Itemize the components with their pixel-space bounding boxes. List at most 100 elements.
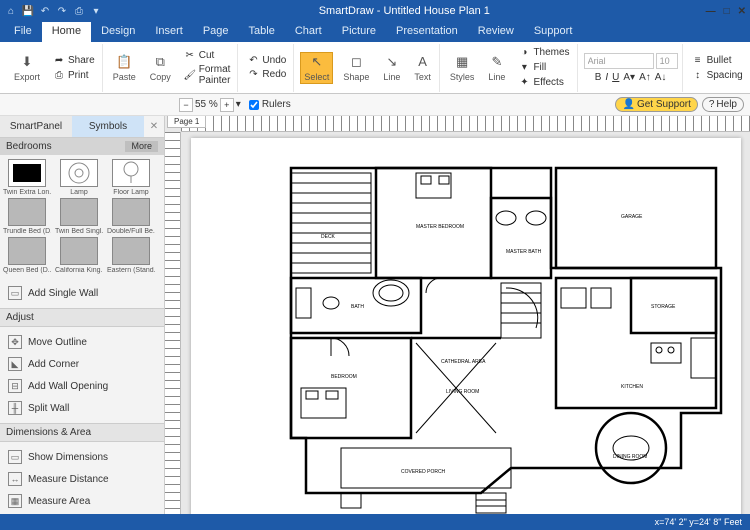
print-button[interactable]: ⎙Print xyxy=(50,68,98,82)
palette-item[interactable]: Eastern (Stand.. xyxy=(106,237,156,274)
qat-home-icon[interactable]: ⌂ xyxy=(4,4,18,18)
split-wall-button[interactable]: ╫Split Wall xyxy=(0,397,164,419)
coordinates-readout: x=74' 2" y=24' 8" Feet xyxy=(655,517,742,527)
copy-button[interactable]: ⧉Copy xyxy=(146,52,175,84)
tab-file[interactable]: File xyxy=(4,22,42,42)
font-size-input[interactable] xyxy=(656,53,678,69)
effects-button[interactable]: ✦Effects xyxy=(515,76,572,90)
export-button[interactable]: ⬇Export xyxy=(10,52,44,84)
palette-item[interactable]: Queen Bed (D.. xyxy=(2,237,52,274)
show-dimensions-button[interactable]: ▭Show Dimensions xyxy=(0,446,164,468)
paste-button[interactable]: 📋Paste xyxy=(109,52,140,84)
brush-icon: 🖌 xyxy=(184,69,196,81)
minimize-icon[interactable]: — xyxy=(706,6,716,17)
line-icon: ↘ xyxy=(384,54,400,70)
redo-icon: ↷ xyxy=(247,69,259,81)
redo-button[interactable]: ↷Redo xyxy=(244,68,289,82)
bold-icon[interactable]: B xyxy=(595,72,602,83)
print-icon: ⎙ xyxy=(53,69,65,81)
qat-redo-icon[interactable]: ↷ xyxy=(55,4,69,18)
fontcolor-icon[interactable]: A▾ xyxy=(623,72,635,83)
cut-button[interactable]: ✂Cut xyxy=(181,48,234,62)
svg-text:BEDROOM: BEDROOM xyxy=(331,374,357,380)
shrink-font-icon[interactable]: A↓ xyxy=(655,72,667,83)
quick-access-toolbar: ⌂ 💾 ↶ ↷ ⎙ ▾ xyxy=(4,4,103,18)
menubar: File Home Design Insert Page Table Chart… xyxy=(0,22,750,42)
move-outline-button[interactable]: ✥Move Outline xyxy=(0,331,164,353)
tab-review[interactable]: Review xyxy=(468,22,524,42)
qat-more-icon[interactable]: ▾ xyxy=(89,4,103,18)
symbols-tab[interactable]: Symbols xyxy=(72,116,144,137)
tab-design[interactable]: Design xyxy=(91,22,145,42)
tab-home[interactable]: Home xyxy=(42,22,91,42)
titlebar: ⌂ 💾 ↶ ↷ ⎙ ▾ SmartDraw - Untitled House P… xyxy=(0,0,750,22)
add-opening-button[interactable]: ⊟Add Wall Opening xyxy=(0,375,164,397)
drawing-sheet[interactable]: DECK MASTER BEDROOM MASTER BATH GARAGE xyxy=(191,138,741,514)
format-painter-button[interactable]: 🖌Format Painter xyxy=(181,63,234,87)
text-button[interactable]: AText xyxy=(410,52,435,84)
close-icon[interactable]: ✕ xyxy=(738,6,746,17)
shape-button[interactable]: ◻Shape xyxy=(339,52,373,84)
zoom-in-button[interactable]: + xyxy=(220,98,234,112)
styles-button[interactable]: ▦Styles xyxy=(446,52,479,84)
tab-insert[interactable]: Insert xyxy=(145,22,193,42)
corner-icon: ◣ xyxy=(8,357,22,371)
view-toolbar: − 55 % + ▾ Rulers 👤Get Support ?Help xyxy=(0,94,750,116)
add-corner-button[interactable]: ◣Add Corner xyxy=(0,353,164,375)
share-button[interactable]: ➦Share xyxy=(50,53,98,67)
page-tab[interactable]: Page 1 xyxy=(167,116,206,128)
bullet-icon: ≡ xyxy=(692,54,704,66)
palette-item[interactable]: Twin Bed Singl.. xyxy=(54,198,104,235)
qat-print-icon[interactable]: ⎙ xyxy=(72,4,86,18)
line-style-button[interactable]: ✎Line xyxy=(484,52,509,84)
palette-item[interactable]: Double/Full Be.. xyxy=(106,198,156,235)
smartpanel-tab[interactable]: SmartPanel xyxy=(0,116,72,137)
tab-chart[interactable]: Chart xyxy=(285,22,332,42)
add-wall-button[interactable]: ▭Add Single Wall xyxy=(0,282,164,304)
measure-area-button[interactable]: ▦Measure Area xyxy=(0,490,164,512)
adjust-header: Adjust xyxy=(0,308,164,327)
svg-text:KITCHEN: KITCHEN xyxy=(621,384,643,390)
fill-button[interactable]: ▾Fill xyxy=(515,61,572,75)
palette-item[interactable]: Twin Extra Lon.. xyxy=(2,159,52,196)
zoom-out-button[interactable]: − xyxy=(179,98,193,112)
line-button[interactable]: ↘Line xyxy=(379,52,404,84)
palette-item[interactable]: Lamp xyxy=(54,159,104,196)
select-button[interactable]: ↖Select xyxy=(300,52,333,84)
tab-table[interactable]: Table xyxy=(239,22,285,42)
floor-plan[interactable]: DECK MASTER BEDROOM MASTER BATH GARAGE xyxy=(191,138,741,514)
more-button[interactable]: More xyxy=(125,141,158,152)
qat-save-icon[interactable]: 💾 xyxy=(21,4,35,18)
qat-undo-icon[interactable]: ↶ xyxy=(38,4,52,18)
export-icon: ⬇ xyxy=(19,54,35,70)
palette-item[interactable]: Floor Lamp xyxy=(106,159,156,196)
bullet-button[interactable]: ≡Bullet xyxy=(689,53,746,67)
italic-icon[interactable]: I xyxy=(605,72,608,83)
vertical-ruler xyxy=(165,132,181,514)
svg-text:LIVING ROOM: LIVING ROOM xyxy=(446,389,479,395)
ribbon: ⬇Export ➦Share ⎙Print 📋Paste ⧉Copy ✂Cut … xyxy=(0,42,750,94)
maximize-icon[interactable]: □ xyxy=(724,6,730,17)
tab-presentation[interactable]: Presentation xyxy=(386,22,468,42)
themes-button[interactable]: ◑Themes xyxy=(515,46,572,60)
tab-support[interactable]: Support xyxy=(524,22,583,42)
undo-button[interactable]: ↶Undo xyxy=(244,54,289,68)
tab-page[interactable]: Page xyxy=(193,22,239,42)
tab-picture[interactable]: Picture xyxy=(332,22,386,42)
measure-distance-button[interactable]: ↔Measure Distance xyxy=(0,468,164,490)
rulers-checkbox[interactable]: Rulers xyxy=(249,99,291,110)
grow-font-icon[interactable]: A↑ xyxy=(639,72,651,83)
drawing-page[interactable]: DECK MASTER BEDROOM MASTER BATH GARAGE xyxy=(181,132,750,514)
svg-text:DINING ROOM: DINING ROOM xyxy=(613,454,647,460)
font-family-input[interactable] xyxy=(584,53,654,69)
zoom-dropdown-icon[interactable]: ▾ xyxy=(236,99,241,110)
pen-icon: ✎ xyxy=(489,54,505,70)
panel-close-icon[interactable]: ✕ xyxy=(144,116,164,137)
svg-text:COVERED PORCH: COVERED PORCH xyxy=(401,469,446,475)
palette-item[interactable]: California King.. xyxy=(54,237,104,274)
get-support-button[interactable]: 👤Get Support xyxy=(615,97,697,112)
spacing-button[interactable]: ↕Spacing xyxy=(689,68,746,82)
help-button[interactable]: ?Help xyxy=(702,97,744,112)
palette-item[interactable]: Trundle Bed (D.. xyxy=(2,198,52,235)
underline-icon[interactable]: U xyxy=(612,72,619,83)
